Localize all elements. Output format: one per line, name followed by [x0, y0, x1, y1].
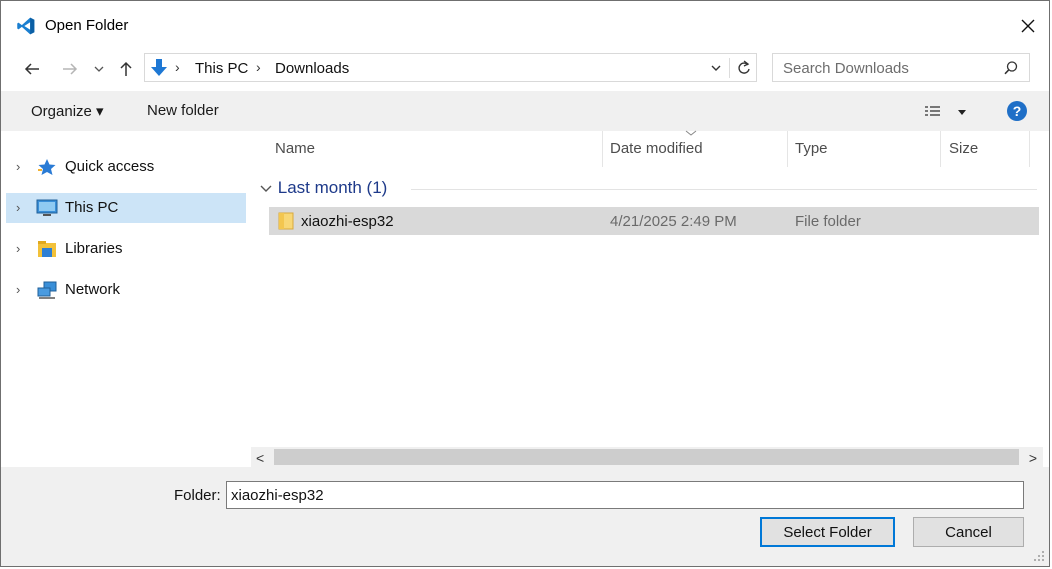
file-date-modified: 4/21/2025 2:49 PM [610, 213, 737, 230]
search-icon [1004, 61, 1018, 75]
arrow-right-icon [63, 63, 78, 75]
forward-button[interactable] [57, 57, 83, 81]
column-header-name[interactable]: Name [275, 140, 315, 157]
expand-chevron-icon[interactable]: › [16, 241, 20, 256]
libraries-icon [38, 241, 56, 257]
sidebar-item-label: Libraries [65, 240, 123, 257]
sort-chevron-icon [685, 130, 697, 136]
chevron-down-icon [711, 65, 721, 71]
downloads-arrow-icon [151, 59, 167, 76]
close-button[interactable] [1013, 11, 1043, 41]
address-bar[interactable]: › This PC › Downloads [144, 53, 757, 82]
search-input[interactable]: Search Downloads [772, 53, 1030, 82]
column-divider[interactable] [787, 131, 788, 167]
breadcrumb-this-pc[interactable]: This PC [195, 60, 248, 77]
column-divider[interactable] [940, 131, 941, 167]
file-list: Name Date modified Type Size Last month … [251, 130, 1043, 467]
vscode-logo-icon [17, 17, 35, 35]
command-bar: Organize ▾ New folder ? [1, 91, 1049, 131]
column-divider[interactable] [1029, 131, 1030, 167]
open-folder-dialog: Open Folder › This PC › Downloads Search… [0, 0, 1050, 567]
folder-icon [278, 212, 294, 230]
scrollbar-thumb[interactable] [274, 449, 1019, 465]
search-placeholder: Search Downloads [783, 60, 909, 77]
close-icon [1021, 19, 1035, 33]
sidebar-item-label: This PC [65, 199, 119, 216]
address-divider [729, 58, 730, 78]
file-name: xiaozhi-esp32 [301, 213, 394, 230]
dialog-title: Open Folder [45, 17, 129, 34]
network-icon [37, 281, 57, 299]
up-button[interactable] [115, 57, 137, 81]
back-button[interactable] [19, 57, 45, 81]
sidebar-item-libraries[interactable]: › Libraries [6, 234, 246, 264]
column-header-type[interactable]: Type [795, 140, 828, 157]
group-divider [411, 189, 1037, 190]
select-folder-button[interactable]: Select Folder [760, 517, 895, 547]
monitor-icon [36, 199, 58, 216]
breadcrumb-separator: › [256, 59, 261, 75]
arrow-left-icon [24, 63, 39, 75]
help-button[interactable]: ? [1007, 101, 1027, 121]
sidebar-item-label: Quick access [65, 158, 155, 175]
view-options-icon [925, 106, 966, 116]
organize-menu[interactable]: Organize ▾ [31, 102, 104, 120]
column-header-date-modified[interactable]: Date modified [610, 140, 703, 157]
group-label: Last month (1) [277, 178, 388, 197]
address-row: › This PC › Downloads Search Downloads [1, 53, 1049, 85]
new-folder-button[interactable]: New folder [147, 102, 219, 119]
column-divider[interactable] [602, 131, 603, 167]
breadcrumb-separator: › [175, 59, 180, 75]
expand-chevron-icon[interactable]: › [16, 200, 20, 215]
sidebar-item-this-pc[interactable]: › This PC [6, 193, 246, 223]
refresh-button[interactable] [734, 57, 754, 79]
cancel-button[interactable]: Cancel [913, 517, 1024, 547]
breadcrumb-downloads[interactable]: Downloads [275, 60, 349, 77]
scroll-right-button[interactable]: > [1029, 450, 1037, 466]
sidebar-item-quick-access[interactable]: › Quick access [6, 152, 246, 182]
resize-grip-icon[interactable] [1033, 550, 1045, 562]
sidebar-item-label: Network [65, 281, 121, 298]
group-header-last-month[interactable]: Last month (1) [259, 178, 387, 198]
table-row[interactable]: xiaozhi-esp32 4/21/2025 2:49 PM File fol… [269, 207, 1039, 235]
folder-label: Folder: [174, 487, 221, 504]
dialog-footer: Folder: Select Folder Cancel [1, 467, 1049, 566]
view-options-button[interactable] [923, 102, 969, 122]
scroll-left-button[interactable]: < [256, 450, 264, 466]
arrow-up-icon [120, 61, 132, 76]
chevron-down-icon [94, 66, 104, 72]
folder-name-input[interactable] [226, 481, 1024, 509]
star-icon [38, 159, 56, 175]
recent-locations-button[interactable] [91, 57, 107, 81]
title-bar: Open Folder [1, 1, 1049, 49]
file-type: File folder [795, 213, 861, 230]
navigation-pane: › Quick access › This PC › Libraries › N… [1, 131, 251, 467]
sidebar-item-network[interactable]: › Network [6, 275, 246, 305]
column-header-size[interactable]: Size [949, 140, 978, 157]
address-dropdown-button[interactable] [709, 58, 727, 78]
chevron-down-icon [260, 185, 272, 192]
refresh-icon [738, 60, 750, 74]
horizontal-scrollbar[interactable]: < > [251, 447, 1043, 467]
expand-chevron-icon[interactable]: › [16, 282, 20, 297]
expand-chevron-icon[interactable]: › [16, 159, 20, 174]
